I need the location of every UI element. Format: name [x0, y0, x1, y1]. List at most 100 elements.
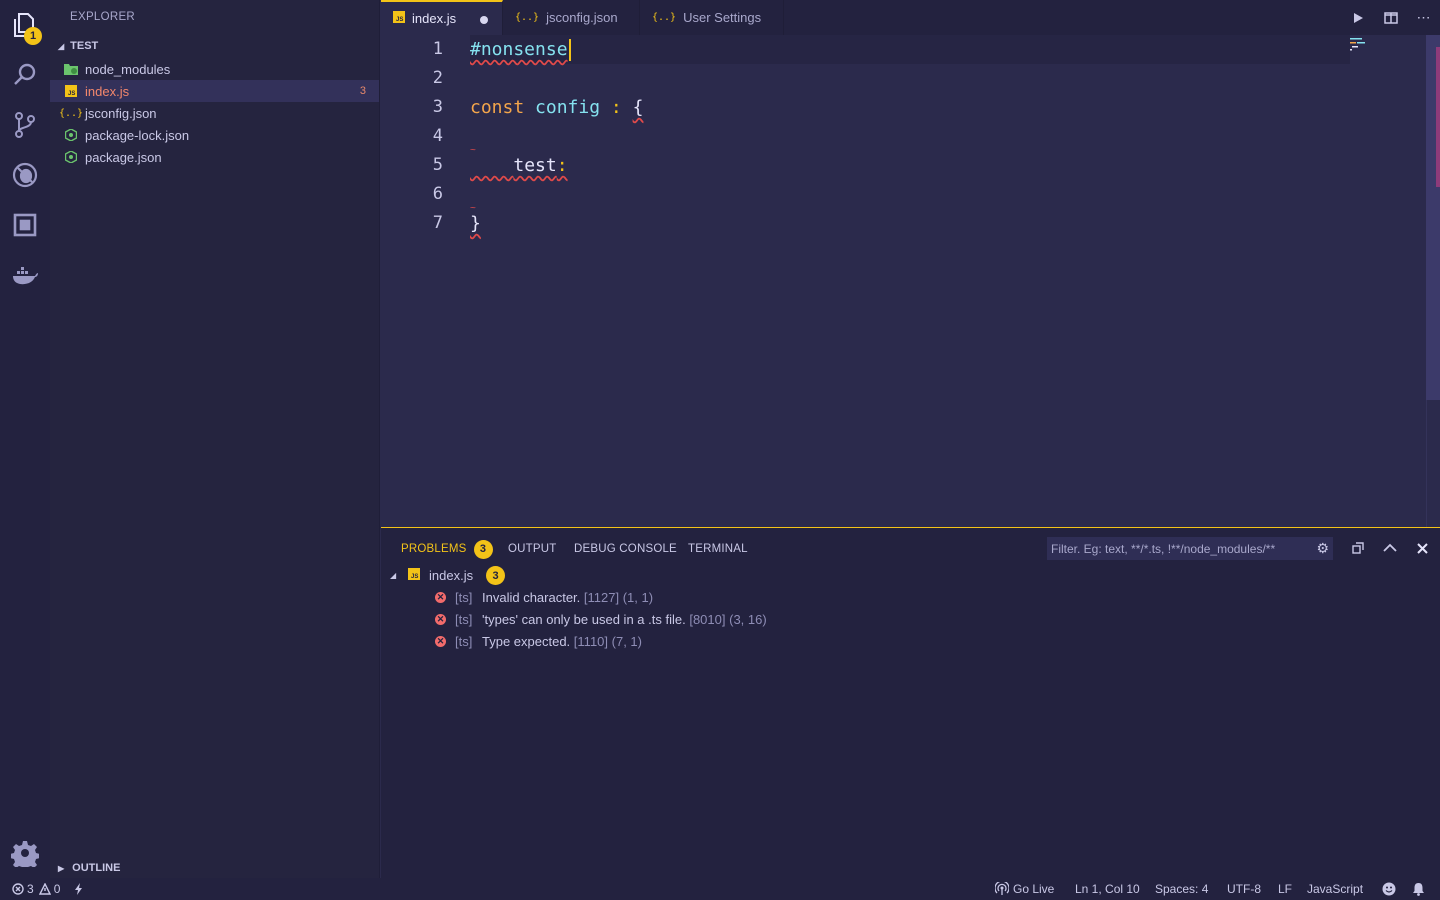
indentation[interactable]: Spaces: 4	[1155, 878, 1208, 900]
bottom-panel: PROBLEMS 3 OUTPUT DEBUG CONSOLE TERMINAL…	[381, 527, 1440, 878]
svg-text:JS: JS	[411, 574, 418, 580]
tab-output[interactable]: OUTPUT	[508, 540, 556, 558]
extensions-icon[interactable]	[0, 200, 50, 250]
folder-icon	[64, 62, 78, 76]
tab-label: index.js	[412, 11, 457, 26]
tab-index-js[interactable]: JS index.js	[381, 0, 503, 35]
error-icon: ✕	[435, 635, 446, 647]
error-icon: ✕	[435, 591, 446, 603]
editor-scrollbar[interactable]	[1426, 35, 1440, 527]
line-number: 6	[432, 184, 443, 204]
outline-label: OUTLINE	[72, 862, 121, 874]
chevron-right-icon: ▶	[58, 863, 65, 873]
file-label: node_modules	[85, 61, 171, 77]
tab-debug-console[interactable]: DEBUG CONSOLE	[574, 540, 677, 558]
run-icon[interactable]	[1341, 0, 1374, 35]
problem-count: 3	[359, 85, 366, 97]
more-actions-icon[interactable]: ⋯	[1407, 0, 1440, 35]
encoding[interactable]: UTF-8	[1227, 878, 1261, 900]
line-number: 5	[432, 155, 443, 175]
npm-file-icon	[64, 150, 78, 164]
line-number: 1	[432, 39, 443, 59]
workspace-folder-label: TEST	[70, 40, 99, 52]
explorer-badge: 1	[24, 27, 42, 45]
tab-problems[interactable]: PROBLEMS 3	[401, 539, 493, 559]
svg-text:JS: JS	[68, 91, 75, 97]
js-file-icon: JS	[408, 567, 420, 583]
error-overview-marker	[1436, 47, 1440, 187]
split-editor-icon[interactable]	[1374, 0, 1407, 35]
problem-message: Invalid character. [1127] (1, 1)	[482, 589, 654, 605]
problem-source: [ts]	[455, 589, 473, 605]
line-number: 2	[432, 68, 443, 88]
outline-section-header[interactable]: ▶ OUTLINE	[50, 857, 379, 879]
error-count: 3	[27, 882, 34, 896]
line-number: 7	[432, 213, 443, 233]
filter-placeholder: Filter. Eg: text, **/*.ts, !**/node_modu…	[1051, 541, 1276, 556]
source-control-icon[interactable]	[0, 100, 50, 150]
workspace-folder-header[interactable]: ◢ TEST	[50, 36, 379, 56]
problems-file-count: 3	[486, 566, 505, 585]
collapse-all-icon[interactable]	[1346, 537, 1370, 559]
search-icon[interactable]	[0, 50, 50, 100]
code-punctuation: :	[610, 97, 622, 118]
code-identifier: config	[535, 97, 601, 118]
go-live-label: Go Live	[1013, 882, 1055, 896]
file-label: package.json	[85, 149, 162, 165]
file-row-package-json[interactable]: package.json	[50, 146, 379, 168]
filter-settings-icon[interactable]: ⚙	[1316, 540, 1329, 557]
explorer-sidebar: EXPLORER ◢ TEST node_modules JS index.js…	[50, 0, 380, 878]
json-file-icon: {..}	[58, 107, 84, 119]
feedback-smiley-icon[interactable]	[1382, 878, 1396, 900]
svg-text:JS: JS	[396, 17, 403, 23]
file-label: package-lock.json	[85, 127, 190, 143]
tab-label: jsconfig.json	[546, 10, 618, 25]
notifications-bell-icon[interactable]	[1412, 878, 1425, 900]
gear-icon[interactable]	[0, 828, 50, 878]
cursor-position[interactable]: Ln 1, Col 10	[1075, 878, 1140, 900]
code-keyword: const	[470, 97, 525, 118]
code-punctuation: {	[632, 97, 644, 118]
status-bar: 3 0 Go Live Ln 1, Col 10 Spaces: 4 UTF-8…	[0, 878, 1440, 900]
problems-filter-input[interactable]: Filter. Eg: text, **/*.ts, !**/node_modu…	[1047, 537, 1333, 560]
code-line-5: test:	[470, 151, 567, 180]
file-row-node-modules[interactable]: node_modules	[50, 58, 379, 80]
file-row-index-js[interactable]: JS index.js 3	[50, 80, 379, 102]
vscode-window: 1 EXPLORER ◢ TEST node_modules JS index.…	[0, 0, 1440, 900]
tab-label: User Settings	[683, 10, 762, 25]
go-live-button[interactable]: Go Live	[995, 878, 1054, 900]
problems-count-badge: 3	[473, 539, 493, 559]
minimap[interactable]	[1350, 37, 1370, 51]
docker-icon[interactable]	[0, 250, 50, 300]
problem-message: Type expected. [1110] (7, 1)	[482, 633, 642, 649]
error-count-icon	[12, 883, 24, 895]
activity-bar: 1	[0, 0, 50, 878]
lightning-icon[interactable]	[74, 878, 84, 900]
current-line-highlight	[470, 35, 1350, 64]
file-row-package-lock[interactable]: package-lock.json	[50, 124, 379, 146]
debug-icon[interactable]	[0, 150, 50, 200]
text-cursor	[568, 39, 571, 61]
sidebar-title: EXPLORER	[70, 11, 136, 23]
line-number: 4	[432, 126, 443, 146]
tab-jsconfig[interactable]: {..} jsconfig.json	[503, 0, 640, 35]
tab-terminal[interactable]: TERMINAL	[688, 540, 748, 558]
problems-status[interactable]: 3 0	[12, 878, 60, 900]
unsaved-dot-icon[interactable]	[480, 16, 488, 24]
file-row-jsconfig[interactable]: {..} jsconfig.json	[50, 102, 379, 124]
language-mode[interactable]: JavaScript	[1307, 878, 1363, 900]
json-file-icon: {..}	[652, 12, 677, 23]
js-file-icon: JS	[64, 84, 78, 98]
code-editor[interactable]: 1 2 3 4 5 6 7 #nonsense const config : {…	[381, 35, 1440, 527]
explorer-icon[interactable]: 1	[0, 0, 50, 50]
end-of-line[interactable]: LF	[1278, 878, 1292, 900]
chevron-down-icon: ◢	[58, 41, 65, 51]
js-file-icon: JS	[393, 11, 405, 26]
maximize-panel-icon[interactable]	[1378, 537, 1402, 559]
broadcast-icon	[995, 882, 1009, 895]
code-property: test	[513, 155, 557, 176]
code-punctuation: }	[470, 213, 481, 234]
close-panel-icon[interactable]	[1410, 537, 1434, 559]
problems-file-label: index.js	[429, 567, 474, 583]
tab-user-settings[interactable]: {..} User Settings	[640, 0, 784, 35]
